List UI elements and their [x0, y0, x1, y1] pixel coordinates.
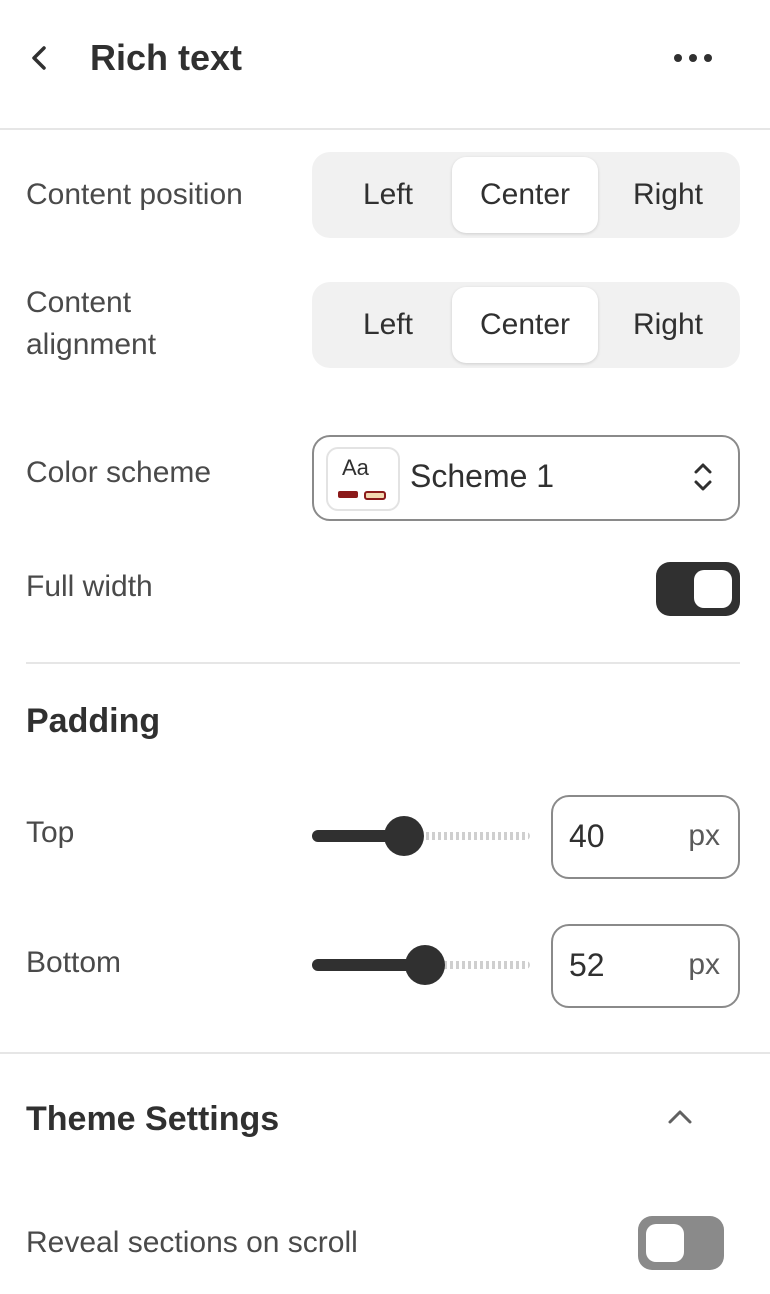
content-position-label: Content position [26, 178, 243, 211]
content-alignment-label-line2: alignment [26, 328, 157, 361]
reveal-sections-label: Reveal sections on scroll [26, 1226, 358, 1259]
color-scheme-swatch: Aa [326, 447, 400, 511]
content-alignment-right-option[interactable]: Right [598, 287, 738, 363]
swatch-secondary-bar [364, 491, 386, 500]
page-title: Rich text [90, 37, 243, 78]
color-scheme-select[interactable]: Aa Scheme 1 [312, 435, 740, 521]
content-alignment-segmented: Left Center Right [312, 282, 740, 368]
full-width-toggle[interactable] [656, 562, 740, 616]
content-position-segmented: Left Center Right [312, 152, 740, 238]
padding-top-label: Top [26, 816, 75, 849]
padding-bottom-input[interactable]: 52 px [551, 924, 740, 1008]
toggle-knob [646, 1224, 684, 1262]
chevron-up-down-icon [690, 457, 716, 497]
padding-heading: Padding [26, 702, 161, 740]
section-divider [26, 662, 740, 664]
section-divider [0, 1052, 770, 1054]
chevron-up-icon[interactable] [660, 1100, 700, 1134]
content-position-left-option[interactable]: Left [318, 157, 458, 233]
swatch-text: Aa [342, 455, 369, 480]
theme-settings-heading[interactable]: Theme Settings [26, 1098, 279, 1140]
full-width-label: Full width [26, 570, 153, 603]
padding-top-value: 40 [569, 818, 605, 854]
toggle-knob [694, 570, 732, 608]
content-alignment-center-option[interactable]: Center [452, 287, 598, 363]
header-divider [0, 128, 770, 130]
slider-thumb[interactable] [405, 945, 445, 985]
color-scheme-value: Scheme 1 [410, 458, 555, 494]
content-position-center-option[interactable]: Center [452, 157, 598, 233]
padding-bottom-label: Bottom [26, 946, 122, 979]
content-alignment-label-line1: Content [26, 286, 132, 319]
padding-top-input[interactable]: 40 px [551, 795, 740, 879]
color-scheme-label: Color scheme [26, 456, 212, 489]
swatch-primary-bar [338, 491, 358, 498]
padding-bottom-slider[interactable] [312, 945, 530, 985]
padding-bottom-unit: px [688, 948, 720, 981]
back-icon[interactable] [24, 38, 58, 78]
slider-thumb[interactable] [384, 816, 424, 856]
content-alignment-left-option[interactable]: Left [318, 287, 458, 363]
content-position-right-option[interactable]: Right [598, 157, 738, 233]
padding-bottom-value: 52 [569, 947, 605, 983]
reveal-sections-toggle[interactable] [638, 1216, 724, 1270]
padding-top-unit: px [688, 819, 720, 852]
more-options-icon[interactable] [668, 44, 720, 72]
padding-top-slider[interactable] [312, 816, 530, 856]
